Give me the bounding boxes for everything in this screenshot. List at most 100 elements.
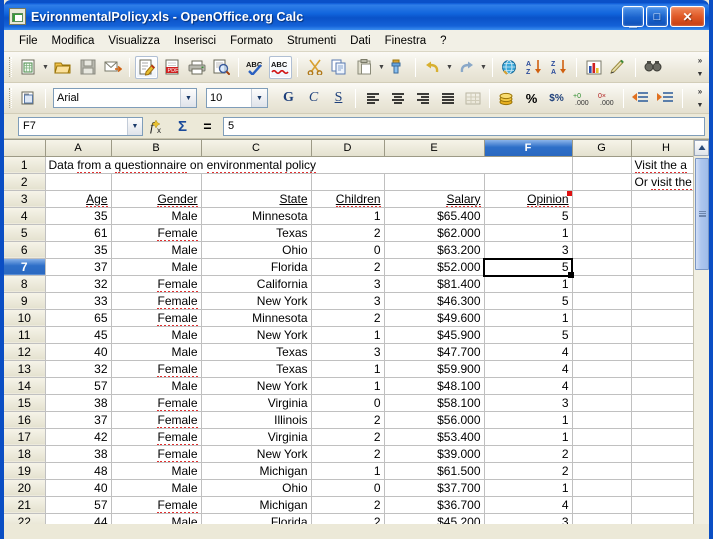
- cell-B12[interactable]: Male: [111, 343, 202, 361]
- cell-G21[interactable]: [572, 496, 632, 514]
- cell-A14[interactable]: 57: [45, 377, 112, 395]
- paste-icon[interactable]: [353, 56, 376, 79]
- add-decimal-place-icon[interactable]: +0 .000: [570, 87, 593, 110]
- autospellcheck-icon[interactable]: ABC: [269, 55, 292, 79]
- formatting-toolbar-overflow[interactable]: » ▼: [693, 84, 707, 112]
- spreadsheet-grid[interactable]: A B C D E F G H 1 Data from a questionnaire on en…: [4, 140, 702, 524]
- cell-A7[interactable]: 37: [45, 258, 112, 276]
- bold-button[interactable]: G: [277, 87, 300, 110]
- cell-E6[interactable]: $63.200: [384, 241, 485, 259]
- cell-C10[interactable]: Minnesota: [201, 309, 312, 327]
- cell-E21[interactable]: $36.700: [384, 496, 485, 514]
- cell-C22[interactable]: Florida: [201, 513, 312, 524]
- cell-H5[interactable]: [631, 224, 702, 242]
- row-header-13[interactable]: 13: [4, 360, 46, 378]
- increase-indent-icon[interactable]: [654, 87, 677, 110]
- sum-button[interactable]: Σ: [172, 116, 193, 137]
- cell-A5[interactable]: 61: [45, 224, 112, 242]
- row-header-16[interactable]: 16: [4, 411, 46, 429]
- cell-H22[interactable]: [631, 513, 702, 524]
- function-wizard-button[interactable]: f x: [147, 116, 168, 137]
- cell-H15[interactable]: [631, 394, 702, 412]
- cell-G4[interactable]: [572, 207, 632, 225]
- cell-A4[interactable]: 35: [45, 207, 112, 225]
- cell-F21[interactable]: 4: [484, 496, 573, 514]
- cell-F3[interactable]: Opinion: [484, 190, 573, 208]
- row-header-10[interactable]: 10: [4, 309, 46, 327]
- undo-icon[interactable]: [421, 56, 444, 79]
- menu-item-formato[interactable]: Formato: [223, 33, 280, 49]
- paragraph-styles-icon[interactable]: [17, 87, 40, 110]
- cell-F19[interactable]: 2: [484, 462, 573, 480]
- row-header-22[interactable]: 22: [4, 513, 46, 524]
- cell-F15[interactable]: 3: [484, 394, 573, 412]
- sort-descending-icon[interactable]: ZA: [548, 56, 571, 79]
- row-header-18[interactable]: 18: [4, 445, 46, 463]
- cell-C8[interactable]: California: [201, 275, 312, 293]
- print-icon[interactable]: [185, 56, 208, 79]
- undo-dropdown-icon[interactable]: ▼: [445, 56, 454, 79]
- cell-H19[interactable]: [631, 462, 702, 480]
- cell-C20[interactable]: Ohio: [201, 479, 312, 497]
- print-preview-icon[interactable]: [210, 56, 233, 79]
- export-pdf-icon[interactable]: PDF: [160, 56, 183, 79]
- row-header-6[interactable]: 6: [4, 241, 46, 259]
- cell-H18[interactable]: [631, 445, 702, 463]
- cell-H6[interactable]: [631, 241, 702, 259]
- cell-F2[interactable]: [484, 173, 573, 191]
- cell-A13[interactable]: 32: [45, 360, 112, 378]
- spellcheck-icon[interactable]: ABC: [244, 56, 267, 79]
- cell-F16[interactable]: 1: [484, 411, 573, 429]
- cell-C13[interactable]: Texas: [201, 360, 312, 378]
- menu-item-dati[interactable]: Dati: [343, 33, 377, 49]
- show-draw-functions-icon[interactable]: [607, 56, 630, 79]
- scroll-up-button[interactable]: [694, 140, 709, 156]
- cell-F11[interactable]: 5: [484, 326, 573, 344]
- cell-C2[interactable]: [201, 173, 312, 191]
- cell-C11[interactable]: New York: [201, 326, 312, 344]
- merge-cells-icon[interactable]: [461, 87, 484, 110]
- cell-F4[interactable]: 5: [484, 207, 573, 225]
- cell-E22[interactable]: $45.200: [384, 513, 485, 524]
- cell-H14[interactable]: [631, 377, 702, 395]
- new-document-dropdown-icon[interactable]: ▼: [41, 56, 50, 79]
- cell-C18[interactable]: New York: [201, 445, 312, 463]
- row-header-2[interactable]: 2: [4, 173, 46, 191]
- menu-item-[interactable]: ?: [433, 33, 453, 49]
- cell-E18[interactable]: $39.000: [384, 445, 485, 463]
- cell-C5[interactable]: Texas: [201, 224, 312, 242]
- cell-A16[interactable]: 37: [45, 411, 112, 429]
- menu-item-visualizza[interactable]: Visualizza: [101, 33, 167, 49]
- standard-toolbar-overflow[interactable]: » ▼: [693, 53, 707, 81]
- formula-input-line[interactable]: 5: [223, 116, 705, 136]
- cell-C14[interactable]: New York: [201, 377, 312, 395]
- cell-G12[interactable]: [572, 343, 632, 361]
- cell-F6[interactable]: 3: [484, 241, 573, 259]
- select-all-corner[interactable]: [4, 140, 46, 157]
- currency-format-icon[interactable]: [495, 87, 518, 110]
- cell-F20[interactable]: 1: [484, 479, 573, 497]
- cell-F12[interactable]: 4: [484, 343, 573, 361]
- cell-F17[interactable]: 1: [484, 428, 573, 446]
- cell-A21[interactable]: 57: [45, 496, 112, 514]
- close-button[interactable]: ✕: [670, 6, 705, 27]
- delete-decimal-place-icon[interactable]: 0× .000: [595, 87, 618, 110]
- cell-A1-title[interactable]: Data from a questionnaire on environment…: [45, 156, 573, 174]
- underline-button[interactable]: S: [327, 87, 350, 110]
- open-document-icon[interactable]: [51, 56, 74, 79]
- cell-H10[interactable]: [631, 309, 702, 327]
- cell-A3[interactable]: Age: [45, 190, 112, 208]
- cell-H11[interactable]: [631, 326, 702, 344]
- cell-C12[interactable]: Texas: [201, 343, 312, 361]
- hyperlink-icon[interactable]: [498, 56, 521, 79]
- cell-C15[interactable]: Virginia: [201, 394, 312, 412]
- cell-F5[interactable]: 1: [484, 224, 573, 242]
- cell-F18[interactable]: 2: [484, 445, 573, 463]
- cell-F13[interactable]: 4: [484, 360, 573, 378]
- align-left-icon[interactable]: [361, 87, 384, 110]
- cell-B22[interactable]: Male: [111, 513, 202, 524]
- cell-D20[interactable]: 0: [311, 479, 385, 497]
- cell-G17[interactable]: [572, 428, 632, 446]
- column-header-f[interactable]: F: [484, 140, 573, 157]
- edit-file-icon[interactable]: [135, 55, 158, 79]
